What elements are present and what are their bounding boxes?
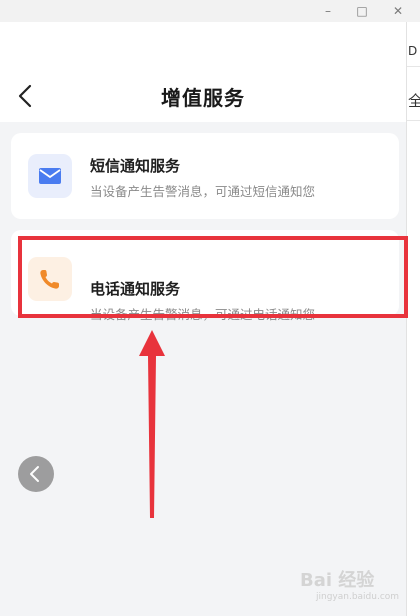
floating-back-button[interactable]	[18, 456, 54, 492]
highlight-annotation	[18, 236, 408, 318]
edge-divider	[407, 120, 420, 121]
chevron-left-icon	[30, 466, 39, 482]
envelope-icon	[39, 168, 61, 184]
watermark: Bai 经验	[300, 570, 375, 591]
edge-letter: 全	[408, 92, 420, 110]
app-window: 增值服务 短信通知服务 当设备产生告警消息，可通过短信通知您 电话通知服务 当设…	[0, 22, 406, 616]
watermark-url: jingyan.baidu.com	[316, 592, 400, 602]
service-card-sms[interactable]: 短信通知服务 当设备产生告警消息，可通过短信通知您	[11, 133, 399, 219]
sms-icon-tile	[28, 154, 72, 198]
arrow-annotation	[139, 330, 165, 518]
close-button[interactable]: ✕	[390, 3, 406, 19]
edge-divider	[407, 66, 420, 67]
edge-letter: D	[408, 44, 418, 58]
window-titlebar: – □ ✕	[0, 0, 420, 22]
maximize-button[interactable]: □	[354, 3, 370, 19]
service-title: 短信通知服务	[90, 157, 181, 175]
minimize-button[interactable]: –	[320, 3, 336, 19]
service-description: 当设备产生告警消息，可通过短信通知您	[90, 184, 316, 199]
background-window-edge	[406, 22, 420, 616]
page-title: 增值服务	[161, 86, 245, 110]
